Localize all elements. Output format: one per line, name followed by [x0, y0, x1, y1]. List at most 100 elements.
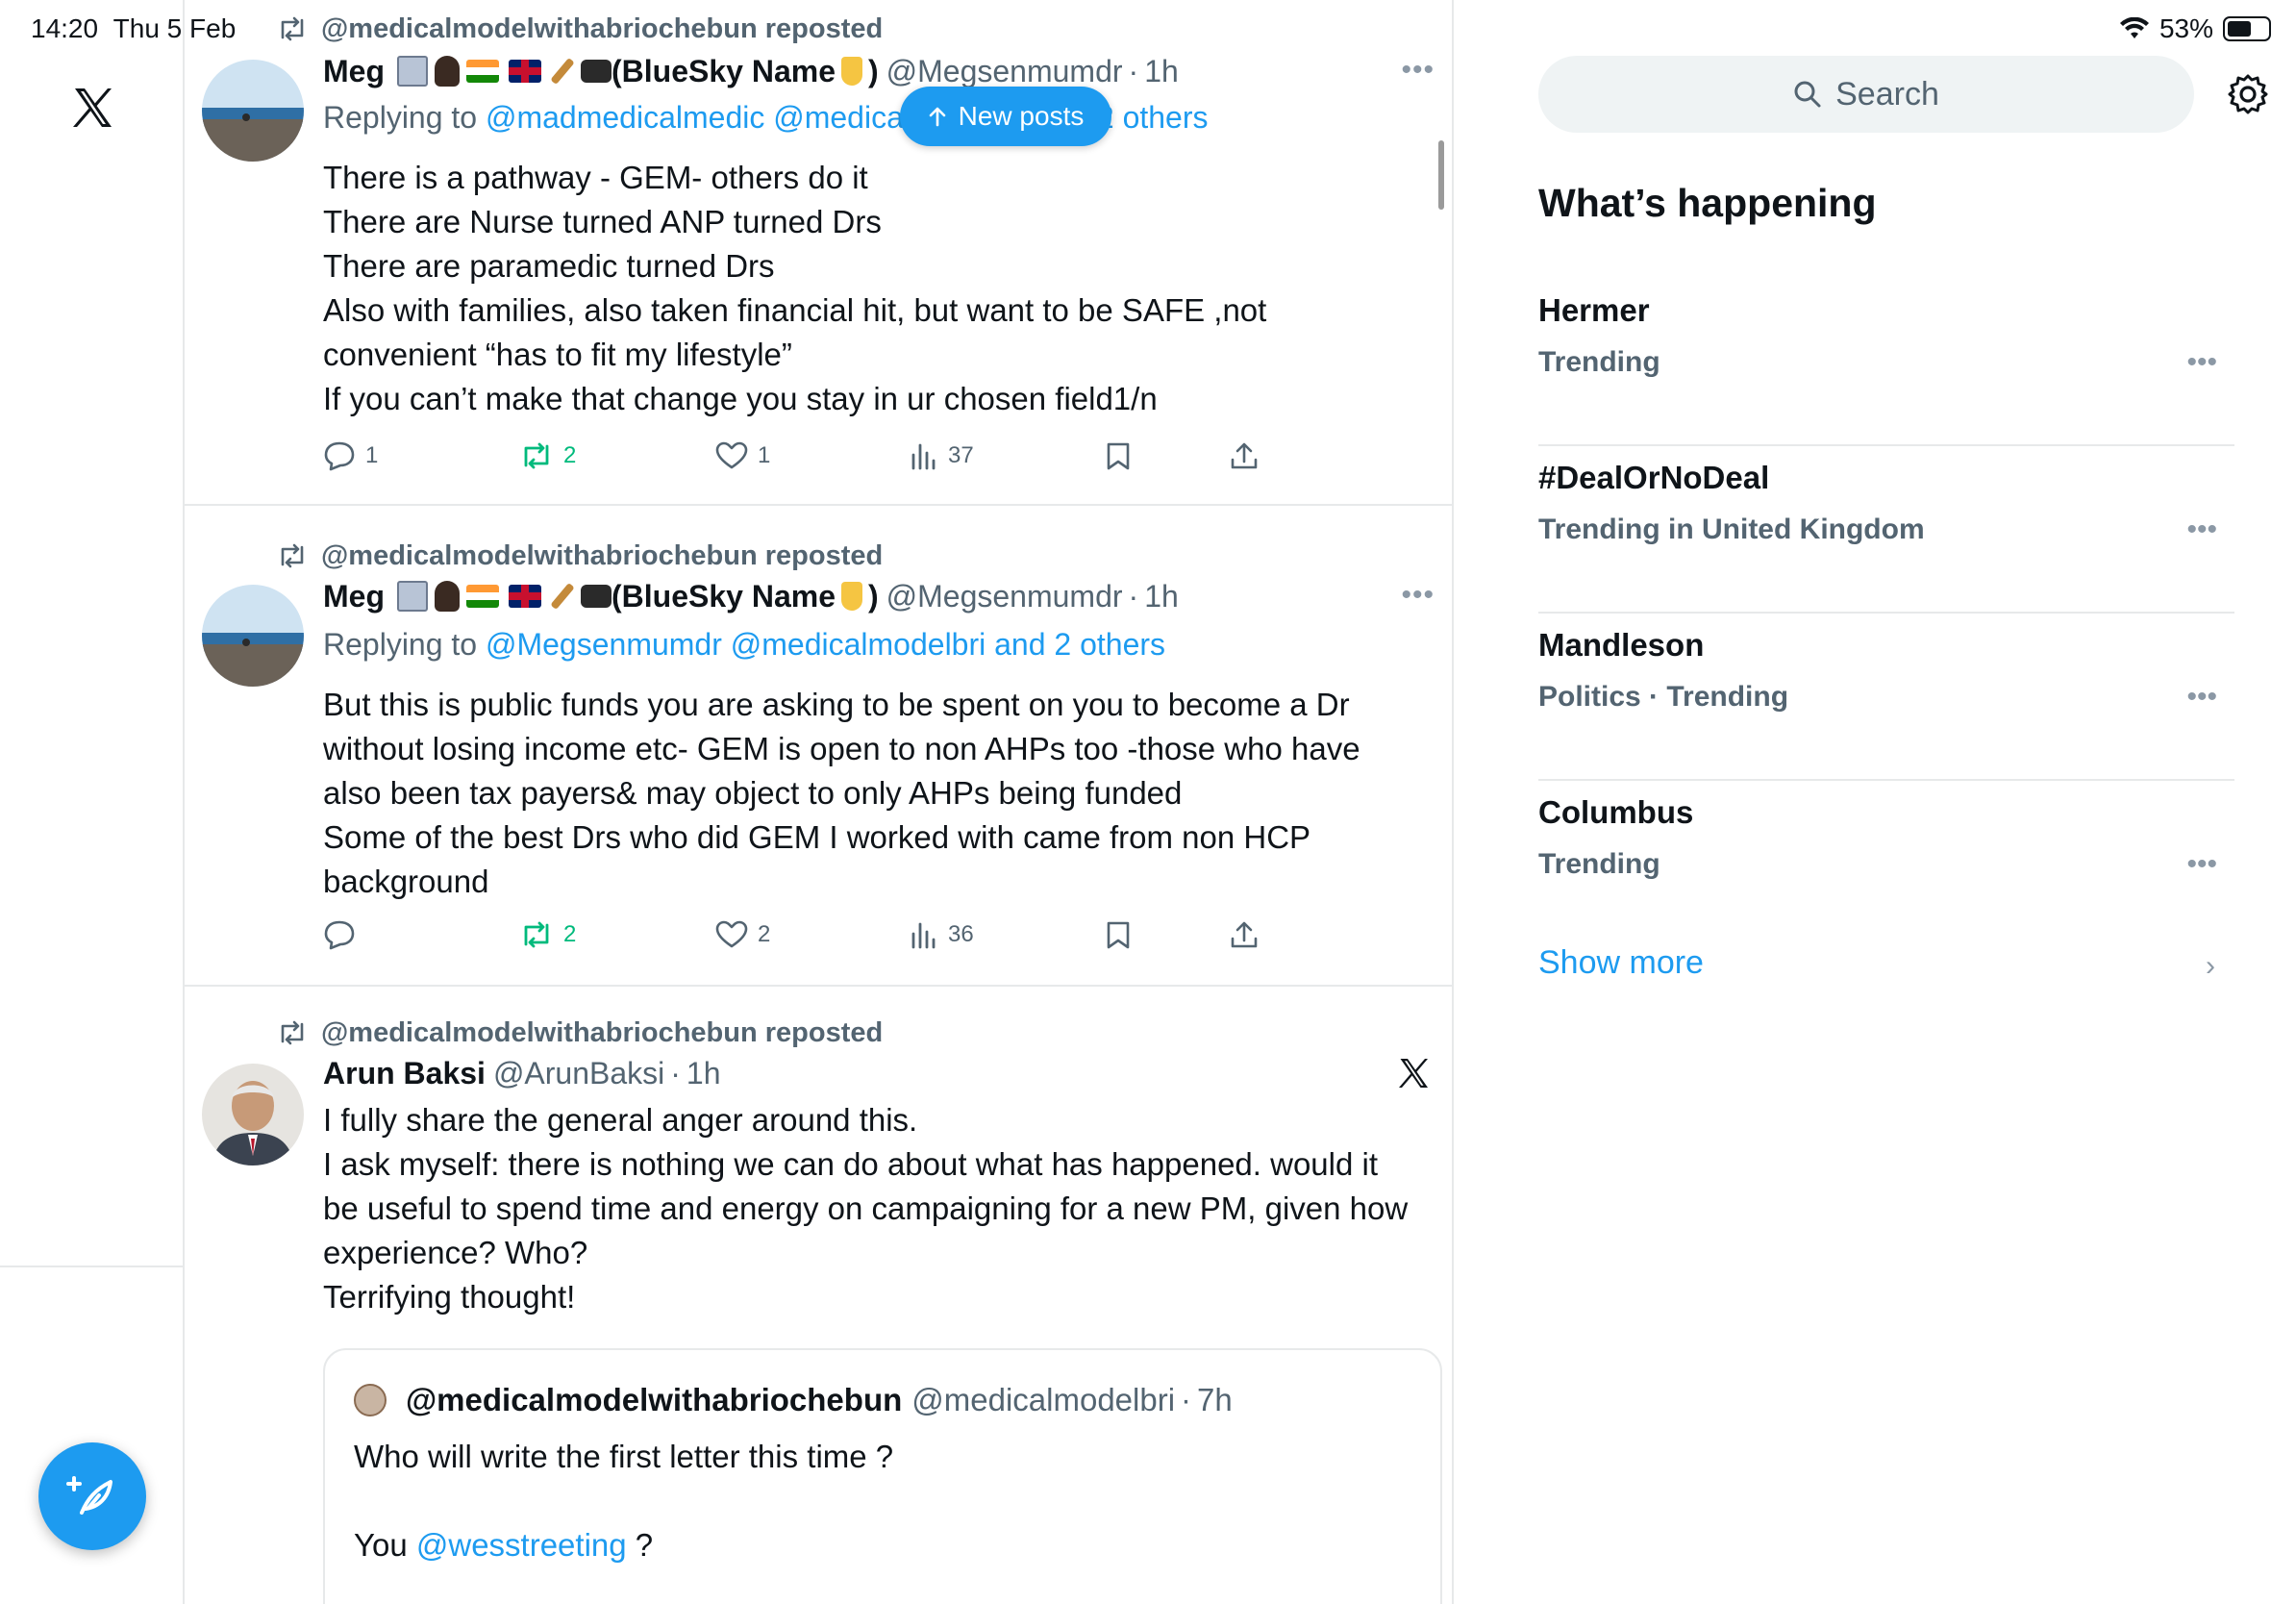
- share-button[interactable]: [1229, 440, 1260, 471]
- x-logo-icon[interactable]: [1396, 1056, 1431, 1090]
- quoted-display-name: @medicalmodelwithabriochebun: [406, 1382, 903, 1417]
- separator-dot: ·: [1128, 578, 1139, 614]
- timestamp[interactable]: 1h: [1144, 579, 1179, 614]
- tweet-actions: 1 2 1 37: [323, 437, 1265, 475]
- display-name-suffix: (BlueSky Name: [611, 53, 836, 88]
- repost-label[interactable]: @medicalmodelwithabriochebun reposted: [321, 540, 883, 572]
- arrow-up-icon: [929, 107, 945, 127]
- timeline[interactable]: @medicalmodelwithabriochebun reposted Me…: [185, 0, 1454, 1604]
- tweet-header: Arun Baksi @ArunBaksi · 1h: [323, 1052, 1435, 1094]
- avatar[interactable]: [202, 585, 304, 687]
- trend-item[interactable]: Hermer Trending •••: [1538, 279, 2234, 446]
- share-button[interactable]: [1229, 919, 1260, 950]
- tweet-header: Meg (BlueSky Name ) @Megsenmumdr · 1h: [323, 50, 1435, 92]
- search-placeholder: Search: [1835, 75, 1939, 113]
- avatar[interactable]: [202, 1064, 304, 1165]
- repost-label[interactable]: @medicalmodelwithabriochebun reposted: [321, 1017, 883, 1049]
- more-options-icon[interactable]: •••: [1401, 579, 1435, 612]
- repost-icon: [524, 442, 549, 469]
- reply-icon: [324, 441, 355, 471]
- trend-meta: Trending: [1538, 848, 1660, 880]
- separator-dot: ·: [670, 1055, 681, 1090]
- tweet-line: But this is public funds you are asking …: [323, 687, 1350, 722]
- tweet-line: I fully share the general anger around t…: [323, 1102, 918, 1138]
- display-name[interactable]: Arun Baksi: [323, 1056, 486, 1091]
- quoted-line: You @wesstreeting ?: [354, 1523, 893, 1567]
- display-name[interactable]: Meg: [323, 579, 385, 614]
- repost-button[interactable]: 2: [519, 920, 576, 949]
- family-emoji-icon: [397, 56, 428, 87]
- more-options-icon[interactable]: •••: [2186, 346, 2217, 379]
- search-icon: [1794, 81, 1821, 108]
- search-input[interactable]: Search: [1538, 56, 2194, 133]
- right-sidebar: Search What’s happening Hermer Trending …: [1454, 0, 2296, 1604]
- uk-flag-icon: [509, 585, 541, 608]
- replying-to-prefix: Replying to: [323, 100, 478, 135]
- x-logo-icon[interactable]: [69, 85, 115, 131]
- repost-label[interactable]: @medicalmodelwithabriochebun reposted: [321, 13, 883, 45]
- repost-indicator: @medicalmodelwithabriochebun reposted: [277, 12, 883, 46]
- compose-post-button[interactable]: [38, 1442, 146, 1550]
- views-button[interactable]: 36: [910, 920, 974, 949]
- like-button[interactable]: 1: [715, 441, 770, 470]
- trend-meta: Trending in United Kingdom: [1538, 514, 1925, 545]
- trend-item[interactable]: Columbus Trending •••: [1538, 781, 2234, 948]
- bookmark-icon: [1107, 921, 1130, 949]
- replying-to: Replying to @Megsenmumdr @medicalmodelbr…: [323, 627, 1165, 663]
- quoted-text: You: [354, 1527, 408, 1563]
- user-handle[interactable]: @Megsenmumdr: [886, 579, 1123, 614]
- user-handle[interactable]: @Megsenmumdr: [886, 54, 1123, 89]
- tweet-line: be useful to spend time and energy on ca…: [323, 1190, 1409, 1226]
- nav-rail: [0, 0, 185, 1604]
- cricket-bat-icon: [550, 57, 575, 86]
- timestamp[interactable]: 1h: [686, 1056, 721, 1091]
- avatar[interactable]: [202, 60, 304, 162]
- tweet-line: There is a pathway - GEM- others do it: [323, 160, 868, 195]
- reply-button[interactable]: 1: [323, 440, 378, 471]
- user-handle[interactable]: @ArunBaksi: [493, 1056, 664, 1091]
- trend-item[interactable]: #DealOrNoDeal Trending in United Kingdom…: [1538, 446, 2234, 614]
- tweet[interactable]: @medicalmodelwithabriochebun reposted Me…: [185, 506, 1452, 987]
- name-emoji-row: [394, 56, 611, 87]
- reply-icon: [324, 920, 355, 950]
- replying-to-prefix: Replying to: [323, 627, 478, 662]
- like-button[interactable]: 2: [715, 920, 770, 949]
- tweet-line: Terrifying thought!: [323, 1279, 576, 1315]
- quoted-tweet[interactable]: @medicalmodelwithabriochebun @medicalmod…: [323, 1348, 1442, 1604]
- new-posts-button[interactable]: New posts: [900, 87, 1111, 146]
- trend-meta: Trending: [1538, 346, 1660, 378]
- tweet-text: But this is public funds you are asking …: [323, 683, 1435, 904]
- quoted-tweet-header: @medicalmodelwithabriochebun @medicalmod…: [354, 1379, 1233, 1421]
- mention-link[interactable]: @wesstreeting: [416, 1527, 627, 1563]
- gear-icon[interactable]: [2227, 73, 2269, 115]
- timestamp[interactable]: 1h: [1144, 54, 1179, 89]
- repost-button[interactable]: 2: [519, 441, 576, 470]
- show-more-link[interactable]: Show more: [1538, 944, 1704, 982]
- reply-button[interactable]: [323, 919, 365, 950]
- new-posts-label: New posts: [958, 101, 1085, 131]
- views-button[interactable]: 37: [910, 441, 974, 470]
- tweet-line: convenient “has to fit my lifestyle”: [323, 337, 792, 372]
- bookmark-button[interactable]: [1106, 920, 1131, 949]
- trend-title: #DealOrNoDeal: [1538, 460, 1770, 495]
- more-options-icon[interactable]: •••: [2186, 681, 2217, 714]
- more-options-icon[interactable]: •••: [2186, 514, 2217, 546]
- movie-camera-icon: [581, 585, 611, 608]
- trend-item[interactable]: Mandleson Politics · Trending •••: [1538, 614, 2234, 781]
- more-options-icon[interactable]: •••: [1401, 54, 1435, 87]
- person-emoji-icon: [435, 56, 460, 87]
- repost-icon: [281, 16, 304, 41]
- chevron-right-icon[interactable]: ›: [2206, 950, 2215, 983]
- tweet-line: Some of the best Drs who did GEM I worke…: [323, 819, 1311, 855]
- tweet-line: also been tax payers& may object to only…: [323, 775, 1183, 811]
- name-emoji-row: [394, 581, 611, 612]
- bookmark-button[interactable]: [1106, 441, 1131, 470]
- display-name[interactable]: Meg: [323, 54, 385, 89]
- more-options-icon[interactable]: •••: [2186, 848, 2217, 881]
- replying-to-users[interactable]: @Megsenmumdr @medicalmodelbri and 2 othe…: [486, 627, 1165, 662]
- repost-indicator: @medicalmodelwithabriochebun reposted: [277, 1015, 883, 1050]
- quoted-text: ?: [635, 1527, 654, 1563]
- tweet[interactable]: @medicalmodelwithabriochebun reposted Me…: [185, 0, 1452, 506]
- reply-count: 1: [365, 442, 379, 468]
- display-name-suffix: (BlueSky Name: [611, 578, 836, 614]
